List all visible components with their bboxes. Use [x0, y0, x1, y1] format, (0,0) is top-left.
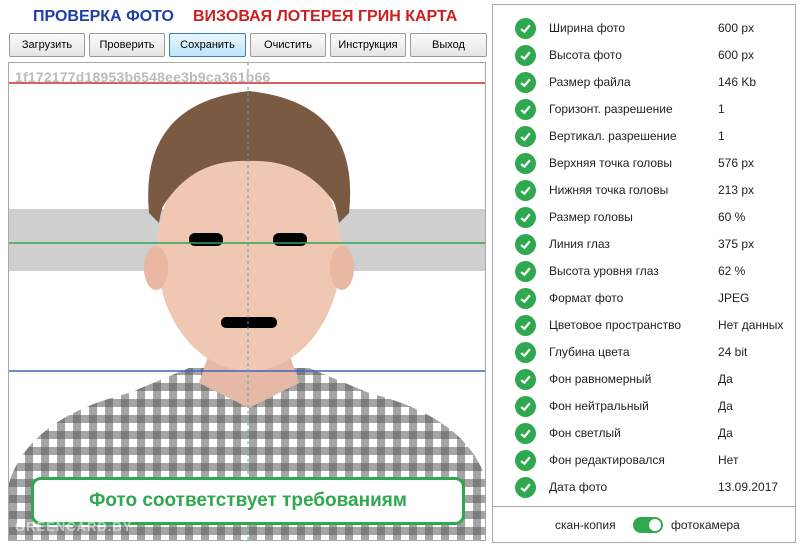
watermark: GREENCARD.BY	[15, 519, 133, 534]
result-row: Размер головы 60 %	[493, 204, 795, 231]
check-icon	[515, 423, 536, 444]
result-label: Линия глаз	[549, 237, 610, 251]
instruction-button[interactable]: Инструкция	[330, 33, 406, 57]
result-label: Нижняя точка головы	[549, 183, 669, 197]
check-icon	[515, 369, 536, 390]
title-photo-check: ПРОВЕРКА ФОТО	[33, 8, 174, 25]
result-value: 146 Kb	[718, 75, 757, 89]
result-row: Фон светлый Да	[493, 420, 795, 447]
result-label: Дата фото	[549, 480, 608, 494]
result-label: Фон нейтральный	[549, 399, 649, 413]
check-icon	[515, 72, 536, 93]
result-label: Вертикал. разрешение	[549, 129, 677, 143]
check-icon	[515, 234, 536, 255]
result-label: Размер головы	[549, 210, 633, 224]
result-value: 13.09.2017	[718, 480, 779, 494]
result-value: JPEG	[718, 291, 750, 305]
result-value: Нет данных	[718, 318, 784, 332]
check-icon	[515, 153, 536, 174]
check-icon	[515, 450, 536, 471]
result-value: 600 px	[718, 48, 755, 62]
result-row: Верхняя точка головы 576 px	[493, 150, 795, 177]
result-value: Да	[718, 372, 733, 386]
app-header: ПРОВЕРКА ФОТО ВИЗОВАЯ ЛОТЕРЕЯ ГРИН КАРТА	[0, 0, 492, 32]
load-button[interactable]: Загрузить	[9, 33, 85, 57]
check-icon	[515, 342, 536, 363]
portrait-photo	[9, 63, 485, 540]
check-icon	[515, 18, 536, 39]
result-label: Фон светлый	[549, 426, 621, 440]
result-row: Размер файла 146 Kb	[493, 69, 795, 96]
result-value: 576 px	[718, 156, 755, 170]
results-panel: Ширина фото 600 px Высота фото 600 px Ра…	[492, 4, 796, 507]
result-row: Цветовое пространство Нет данных	[493, 312, 795, 339]
check-icon	[515, 99, 536, 120]
result-value: 600 px	[718, 21, 755, 35]
result-value: 1	[718, 102, 725, 116]
result-label: Фон редактировался	[549, 453, 665, 467]
result-row: Фон редактировался Нет	[493, 447, 795, 474]
result-row: Фон равномерный Да	[493, 366, 795, 393]
exit-button[interactable]: Выход	[410, 33, 487, 57]
toggle-knob	[649, 519, 661, 531]
result-label: Высота уровня глаз	[549, 264, 659, 278]
clear-button[interactable]: Очистить	[250, 33, 326, 57]
result-row: Глубина цвета 24 bit	[493, 339, 795, 366]
result-value: Да	[718, 399, 733, 413]
scan-copy-label: скан-копия	[555, 518, 616, 532]
result-label: Верхняя точка головы	[549, 156, 673, 170]
save-button[interactable]: Сохранить	[169, 33, 246, 57]
result-label: Высота фото	[549, 48, 622, 62]
check-icon	[515, 315, 536, 336]
result-value: 375 px	[718, 237, 755, 251]
check-icon	[515, 477, 536, 498]
result-row: Линия глаз 375 px	[493, 231, 795, 258]
result-label: Формат фото	[549, 291, 624, 305]
capture-mode-bar: скан-копия фотокамера	[492, 507, 796, 543]
photo-hash: 1f172177d18953b6548ee3b9ca361b66	[15, 69, 271, 85]
result-label: Глубина цвета	[549, 345, 630, 359]
result-row: Высота уровня глаз 62 %	[493, 258, 795, 285]
result-label: Горизонт. разрешение	[549, 102, 673, 116]
status-banner: Фото соответствует требованиям	[31, 477, 465, 525]
result-label: Цветовое пространство	[549, 318, 682, 332]
result-row: Ширина фото 600 px	[493, 15, 795, 42]
result-row: Вертикал. разрешение 1	[493, 123, 795, 150]
check-icon	[515, 288, 536, 309]
result-row: Горизонт. разрешение 1	[493, 96, 795, 123]
check-button[interactable]: Проверить	[89, 33, 165, 57]
result-row: Дата фото 13.09.2017	[493, 474, 795, 501]
result-value: 60 %	[718, 210, 746, 224]
result-label: Фон равномерный	[549, 372, 652, 386]
result-value: 1	[718, 129, 725, 143]
result-row: Нижняя точка головы 213 px	[493, 177, 795, 204]
check-icon	[515, 261, 536, 282]
check-icon	[515, 207, 536, 228]
check-icon	[515, 126, 536, 147]
camera-label: фотокамера	[671, 518, 740, 532]
result-label: Размер файла	[549, 75, 631, 89]
result-row: Фон нейтральный Да	[493, 393, 795, 420]
result-row: Формат фото JPEG	[493, 285, 795, 312]
toolbar: Загрузить Проверить Сохранить Очистить И…	[9, 33, 487, 57]
result-value: 62 %	[718, 264, 746, 278]
result-value: Нет	[718, 453, 739, 467]
check-icon	[515, 396, 536, 417]
title-lottery: ВИЗОВАЯ ЛОТЕРЕЯ ГРИН КАРТА	[193, 8, 458, 25]
result-row: Высота фото 600 px	[493, 42, 795, 69]
check-icon	[515, 180, 536, 201]
result-label: Ширина фото	[549, 21, 626, 35]
photo-preview: 1f172177d18953b6548ee3b9ca361b66 Фото со…	[8, 62, 486, 541]
capture-mode-toggle[interactable]	[633, 517, 663, 533]
result-value: 213 px	[718, 183, 755, 197]
check-icon	[515, 45, 536, 66]
result-value: Да	[718, 426, 733, 440]
result-value: 24 bit	[718, 345, 748, 359]
